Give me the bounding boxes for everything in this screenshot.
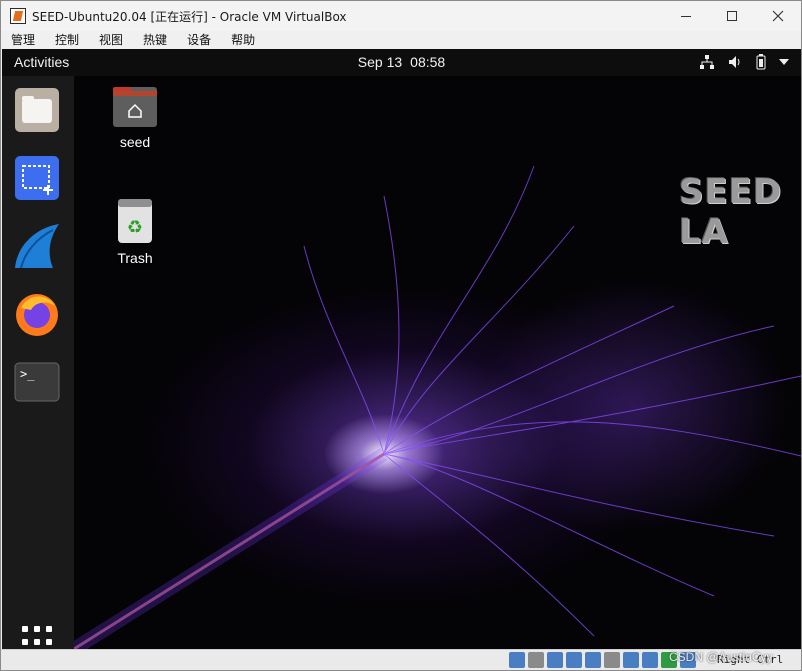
clock-date: Sep 13: [357, 54, 403, 70]
dock-firefox[interactable]: [13, 290, 61, 338]
hard-disk-icon[interactable]: [509, 652, 525, 668]
close-icon: [772, 10, 784, 22]
menu-control[interactable]: 控制: [51, 31, 83, 49]
lightning-wallpaper-art: [74, 165, 801, 649]
desktop-icon-label: Trash: [117, 250, 153, 266]
network-adapter-icon[interactable]: [566, 652, 582, 668]
seed-labs-logo: SEED LA: [679, 172, 783, 252]
gnome-top-bar: Activities Sep 13 08:58: [2, 49, 801, 76]
virtualbox-window: SEED-Ubuntu20.04 [正在运行] - Oracle VM Virt…: [0, 0, 802, 671]
optical-drive-icon[interactable]: [528, 652, 544, 668]
audio-icon[interactable]: [547, 652, 563, 668]
apps-grid-dot: [34, 626, 40, 632]
maximize-icon: [727, 11, 737, 21]
system-tray[interactable]: [699, 53, 789, 71]
menu-devices[interactable]: 设备: [183, 31, 215, 49]
minimize-icon: [681, 15, 691, 17]
apps-grid-dot: [22, 626, 28, 632]
clock-time: 08:58: [410, 54, 446, 70]
clock-button[interactable]: Sep 13 08:58: [2, 54, 801, 70]
menu-bar: 管理 控制 视图 热键 设备 帮助: [1, 31, 801, 49]
volume-icon: [729, 56, 740, 68]
svg-text:>_: >_: [20, 367, 35, 381]
apps-grid-dot: [46, 626, 52, 632]
system-menu-arrow-icon: [779, 59, 789, 65]
desktop-icon-seed[interactable]: seed: [100, 84, 170, 150]
dock-terminal[interactable]: >_: [13, 358, 61, 406]
desktop-icon-trash[interactable]: ♻ Trash: [100, 198, 170, 266]
apps-grid-dot: [46, 638, 52, 645]
shared-folders-icon[interactable]: [604, 652, 620, 668]
video-capture-icon[interactable]: [642, 652, 658, 668]
minimize-button[interactable]: [663, 1, 709, 31]
gnome-dock: >_: [2, 76, 74, 649]
dock-screenshot[interactable]: [13, 154, 61, 202]
desktop-icon-label: seed: [119, 134, 151, 150]
close-button[interactable]: [755, 1, 801, 31]
csdn-watermark: CSDN @AustinCyy: [669, 650, 773, 664]
menu-hotkeys[interactable]: 热键: [139, 31, 171, 49]
desktop-wallpaper[interactable]: SEED LA seed ♻ Trash: [74, 76, 801, 649]
menu-help[interactable]: 帮助: [227, 31, 259, 49]
dock-files[interactable]: [13, 86, 61, 134]
dock-wireshark[interactable]: [13, 222, 61, 270]
virtualbox-app-icon: [10, 8, 26, 24]
window-title: SEED-Ubuntu20.04 [正在运行] - Oracle VM Virt…: [32, 9, 347, 24]
title-bar[interactable]: SEED-Ubuntu20.04 [正在运行] - Oracle VM Virt…: [1, 1, 801, 31]
screenshot-tool-icon: [15, 156, 59, 200]
apps-grid-dot: [34, 638, 40, 645]
home-folder-icon: [113, 87, 157, 127]
files-icon: [15, 88, 59, 132]
maximize-button[interactable]: [709, 1, 755, 31]
guest-screen[interactable]: SEED LA seed ♻ Trash Activities Sep 13 0…: [2, 49, 801, 649]
display-icon[interactable]: [623, 652, 639, 668]
svg-text:♻: ♻: [127, 217, 143, 238]
usb-icon[interactable]: [585, 652, 601, 668]
terminal-icon: >_: [14, 362, 60, 402]
apps-grid-dot: [22, 638, 28, 645]
trash-icon: ♻: [118, 199, 152, 243]
network-icon: [700, 55, 714, 69]
menu-view[interactable]: 视图: [95, 31, 127, 49]
firefox-icon: [16, 294, 58, 336]
virtualbox-status-bar: Right Ctrl CSDN @AustinCyy: [1, 649, 801, 670]
battery-icon: [756, 54, 766, 70]
device-status-icons: [509, 652, 696, 668]
show-applications-button[interactable]: [22, 626, 54, 649]
menu-manage[interactable]: 管理: [7, 31, 39, 49]
wireshark-icon: [15, 224, 59, 269]
